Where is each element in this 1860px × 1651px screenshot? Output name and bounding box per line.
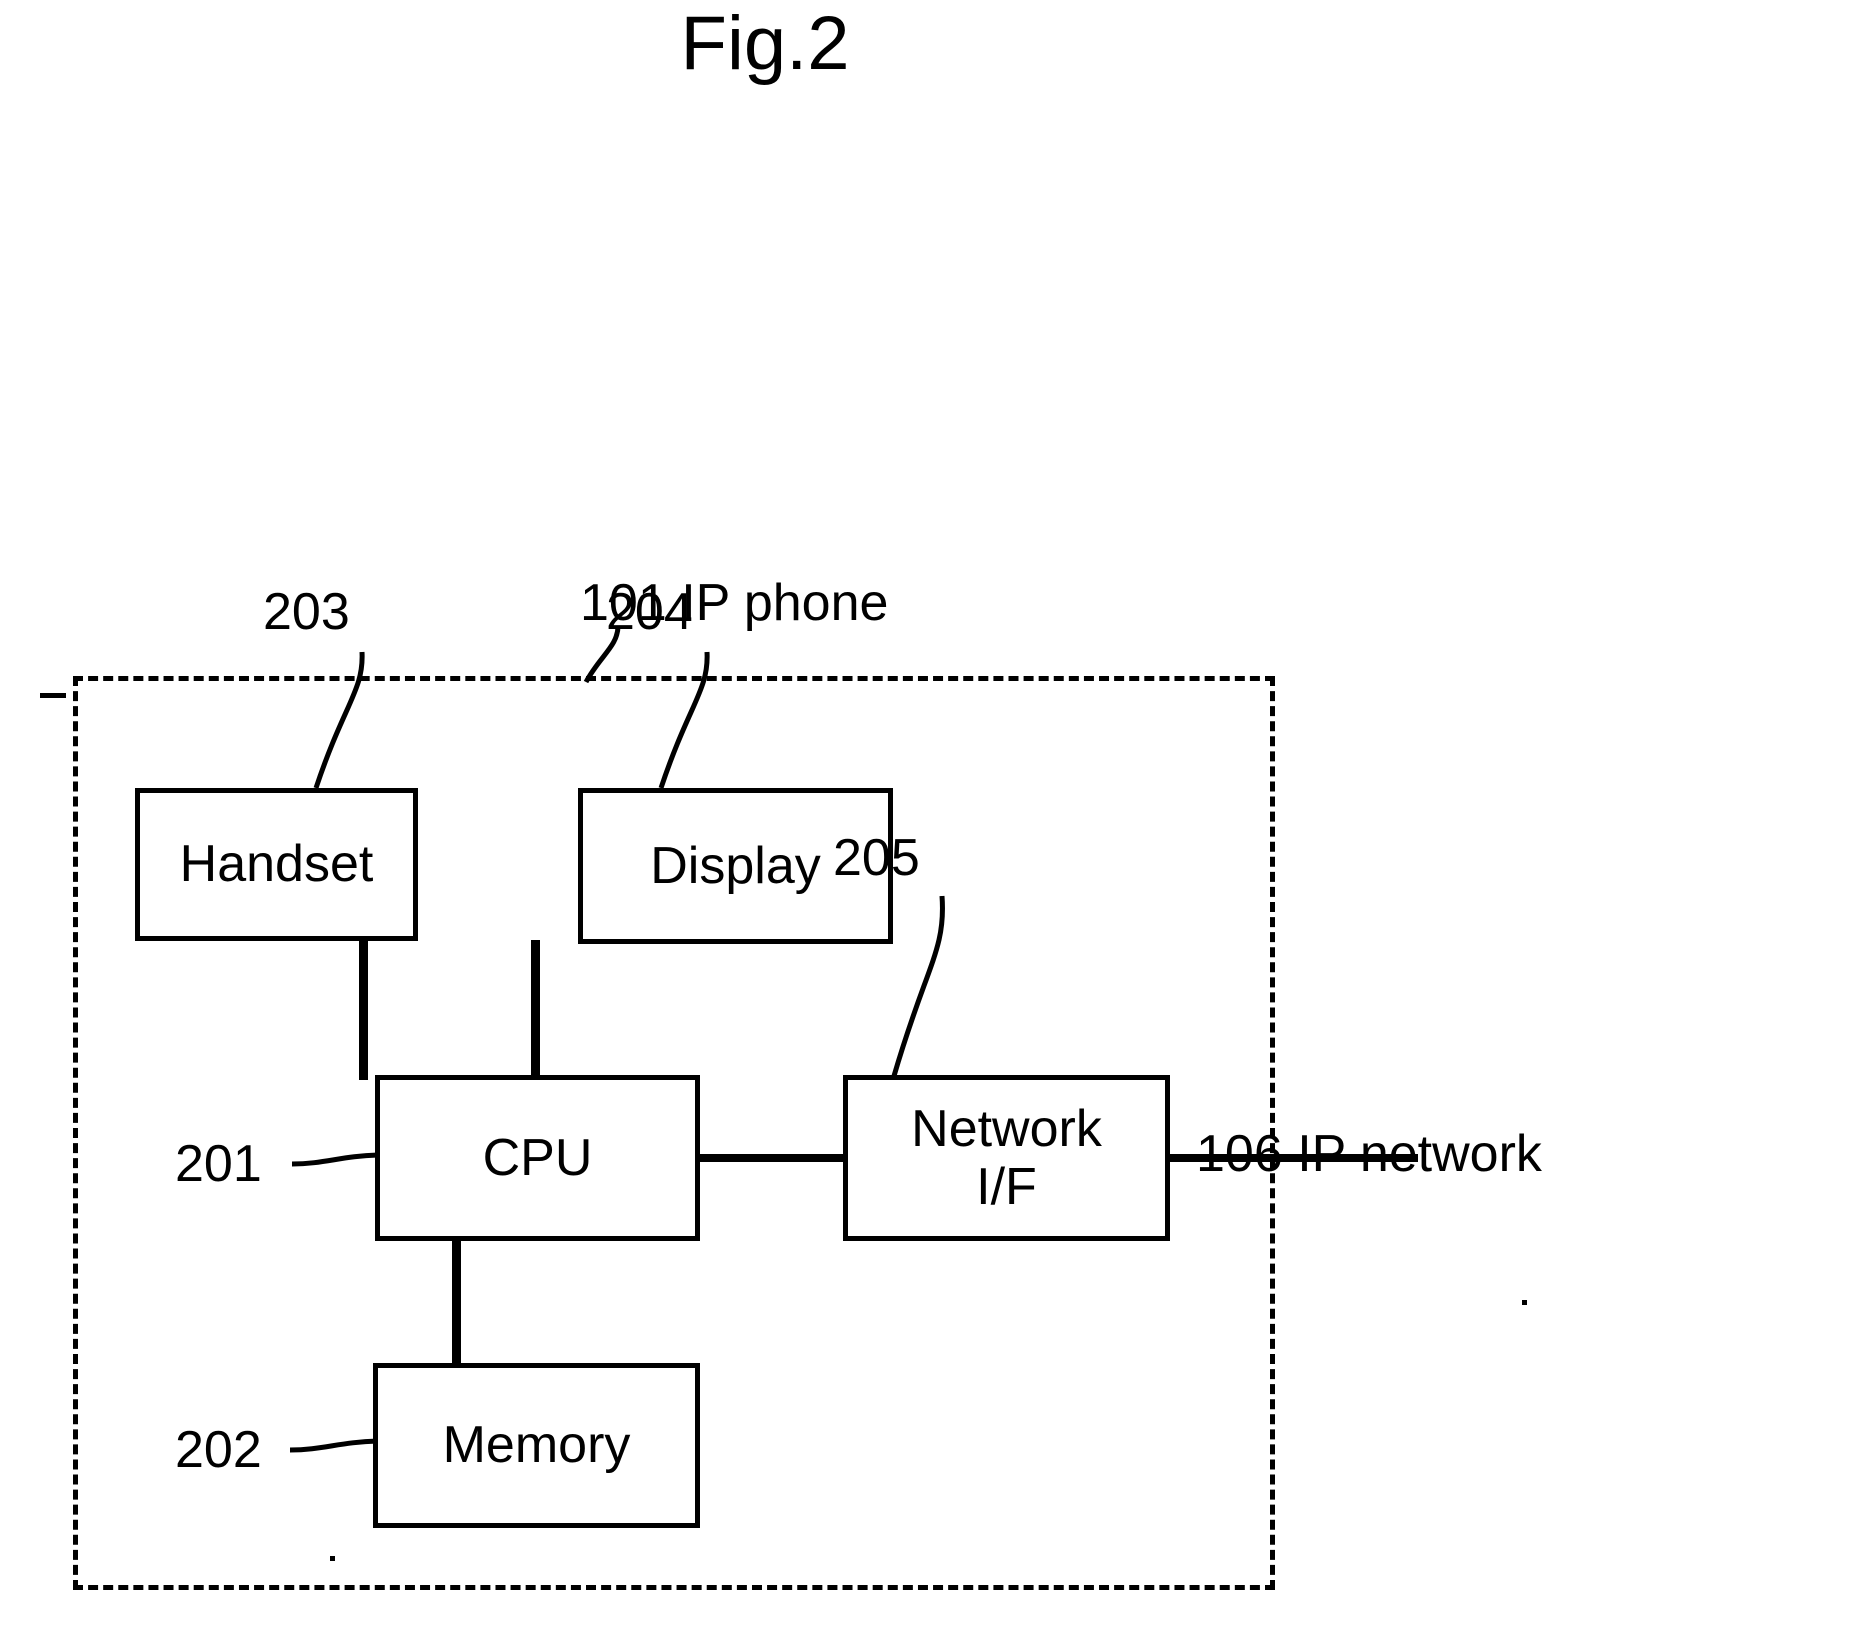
scan-speck [330, 1556, 335, 1561]
ref-label-205-network-if: 205 [833, 829, 920, 887]
ref-label-203-handset: 203 [263, 583, 350, 641]
block-memory-label: Memory [442, 1416, 631, 1475]
scan-speck [1522, 1300, 1527, 1305]
connector-display-to-cpu [531, 940, 540, 1080]
ref-label-201-cpu: 201 [175, 1135, 262, 1193]
leader-line-205 [891, 895, 945, 1077]
ref-label-106-ip-network: 106 IP network [1196, 1125, 1542, 1183]
connector-cpu-to-network-if [696, 1154, 847, 1162]
block-memory: Memory [373, 1363, 700, 1528]
figure-title: Fig.2 [680, 1, 850, 86]
connector-handset-to-cpu [359, 938, 368, 1080]
leader-line-203 [313, 651, 365, 789]
ref-label-202-memory: 202 [175, 1421, 262, 1479]
block-network-if-label-line2: I/F [976, 1158, 1037, 1216]
block-network-if: Network I/F [843, 1075, 1170, 1241]
leader-line-204 [658, 651, 710, 789]
block-network-if-label-line1: Network [911, 1099, 1102, 1158]
block-cpu: CPU [375, 1075, 700, 1241]
figure-canvas: Fig.2 101 IP phone 203 204 205 201 202 H… [0, 0, 1860, 1651]
block-network-if-label: Network I/F [911, 1100, 1102, 1216]
ref-label-204-display: 204 [606, 583, 693, 641]
block-handset: Handset [135, 788, 418, 941]
connector-cpu-to-memory [452, 1237, 461, 1367]
enclosure-tick-mark [40, 693, 66, 698]
block-cpu-label: CPU [482, 1128, 593, 1187]
block-display-label: Display [650, 836, 821, 895]
block-handset-label: Handset [179, 835, 374, 894]
